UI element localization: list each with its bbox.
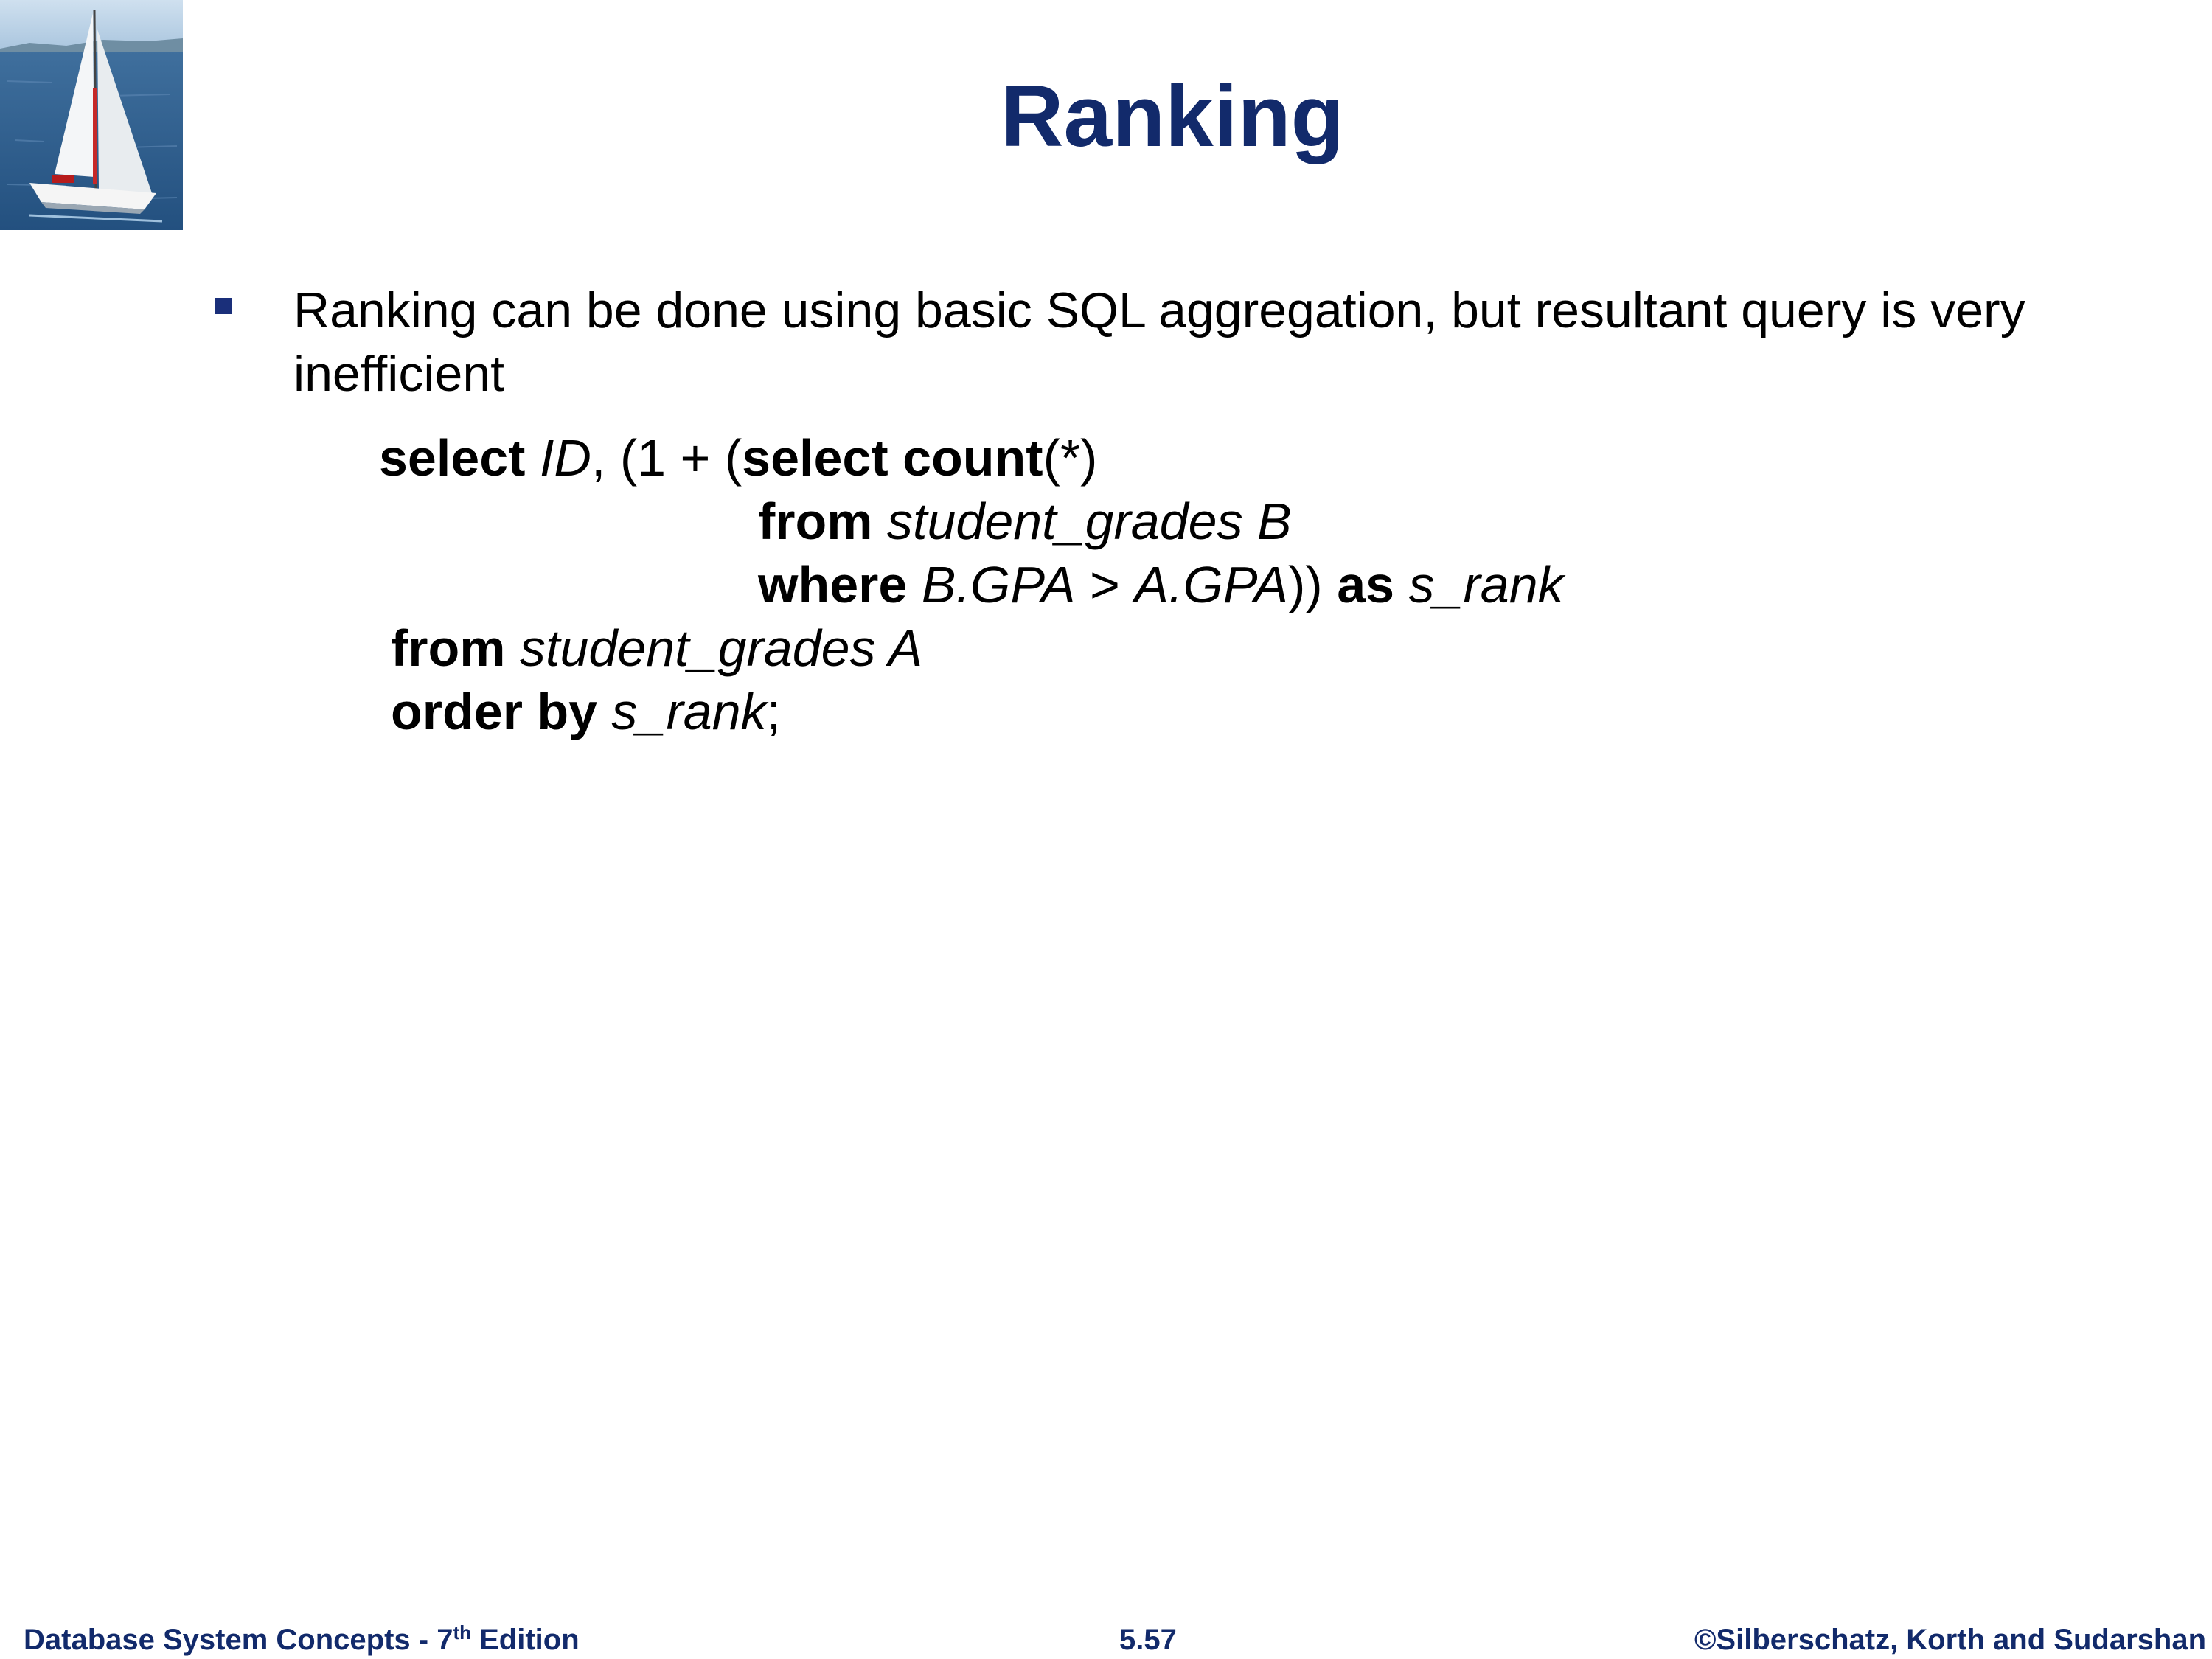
code-line-1: select ID, (1 + (select count(*): [379, 426, 1098, 490]
code-text: , (1 + (: [591, 429, 742, 487]
code-identifier: ID: [539, 429, 591, 487]
code-line-3: where B.GPA > A.GPA)) as s_rank: [758, 553, 1564, 616]
footer-copyright: ©Silberschatz, Korth and Sudarshan: [1694, 1624, 2206, 1656]
code-text: ;: [766, 683, 782, 740]
footer-book-title-text: Database System Concepts - 7: [24, 1624, 453, 1656]
code-text: >: [1075, 556, 1135, 613]
code-identifier: student_grades B: [887, 493, 1292, 550]
code-identifier: A.GPA: [1134, 556, 1289, 613]
code-text: (*): [1043, 429, 1098, 487]
sailboat-icon: [0, 0, 183, 230]
code-line-2: from student_grades B: [758, 490, 1292, 553]
footer-page-number: 5.57: [1119, 1624, 1177, 1656]
code-identifier: B.GPA: [921, 556, 1076, 613]
code-text: )): [1288, 556, 1323, 613]
code-keyword: select: [379, 429, 526, 487]
footer-book-title: Database System Concepts - 7th Edition: [24, 1622, 580, 1658]
code-keyword: from: [391, 619, 506, 677]
sailboat-logo: [0, 0, 183, 230]
footer-superscript: th: [453, 1621, 471, 1644]
slide-title-row: Ranking: [0, 65, 2212, 168]
square-bullet-icon: [215, 298, 232, 314]
code-identifier: student_grades A: [520, 619, 923, 677]
footer-edition-text: Edition: [471, 1624, 580, 1656]
slide-title: Ranking: [1001, 68, 1344, 165]
code-keyword: as: [1337, 556, 1395, 613]
code-keyword: from: [758, 493, 873, 550]
code-identifier: s_rank: [1408, 556, 1564, 613]
code-line-4: from student_grades A: [391, 616, 922, 680]
code-identifier: s_rank: [611, 683, 767, 740]
code-keyword: select count: [742, 429, 1043, 487]
code-line-5: order by s_rank;: [391, 680, 781, 743]
bullet-text: Ranking can be done using basic SQL aggr…: [293, 282, 2025, 402]
code-keyword: where: [758, 556, 908, 613]
code-keyword: order by: [391, 683, 598, 740]
